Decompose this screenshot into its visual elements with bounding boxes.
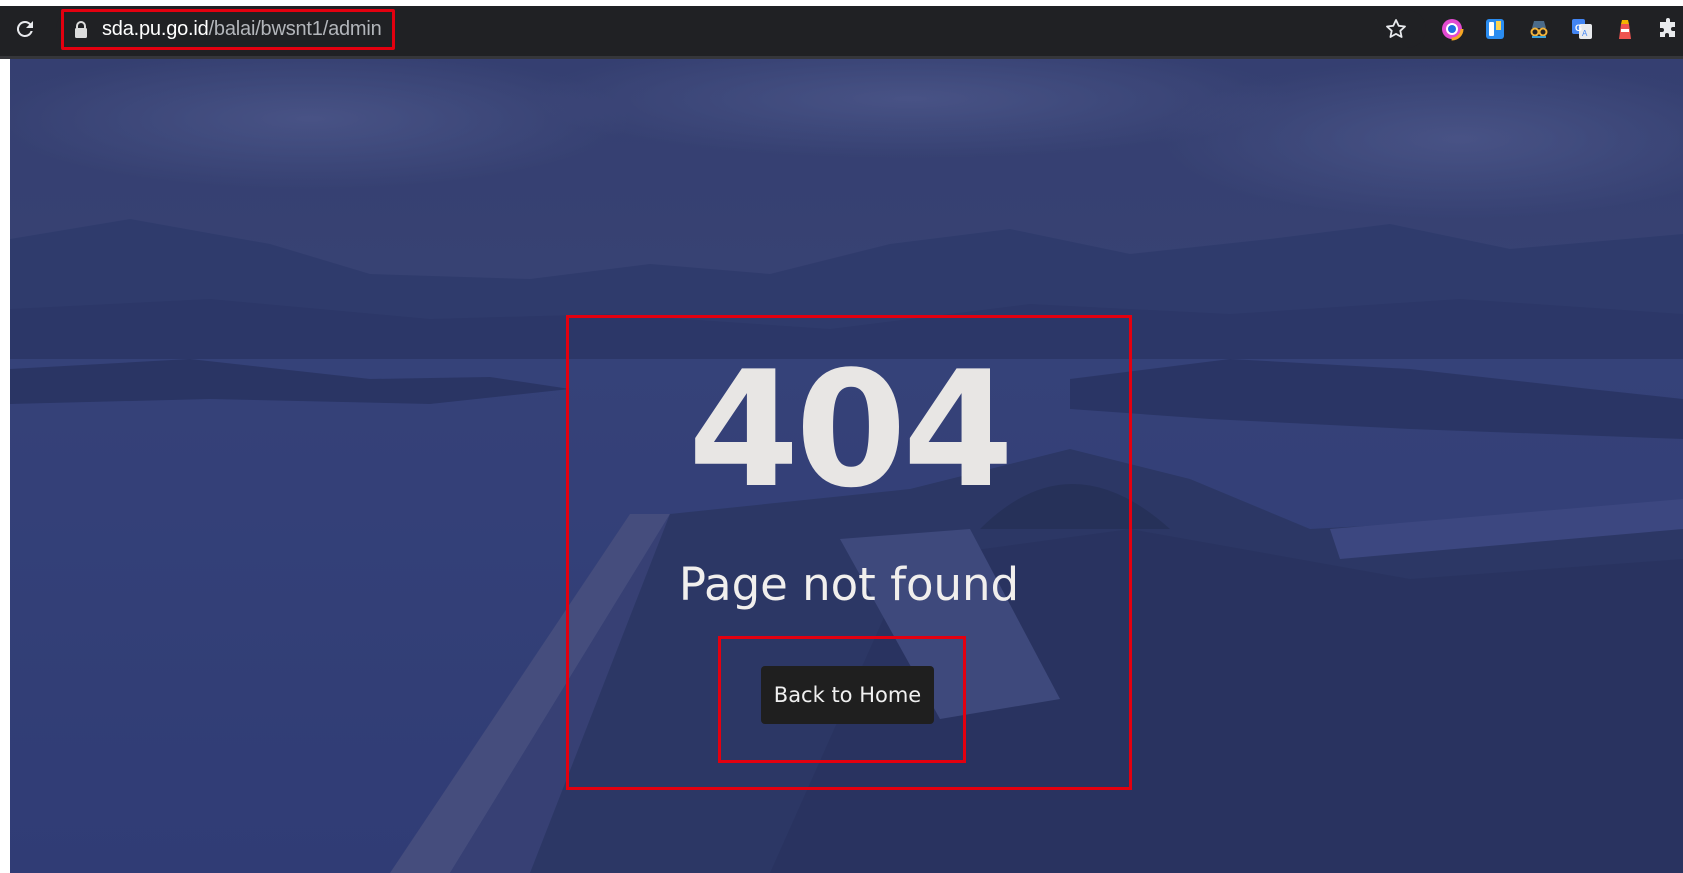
puzzle-extensions-icon[interactable] [1655, 16, 1681, 42]
spy-glasses-extension-icon[interactable] [1526, 16, 1552, 42]
reload-button[interactable] [12, 16, 38, 42]
url-annotation-box [61, 9, 395, 50]
screen: sda.pu.go.id/balai/bwsnt1/admin G A 404 … [0, 0, 1683, 873]
back-to-home-button[interactable]: Back to Home [761, 666, 934, 724]
error-code: 404 [688, 336, 1014, 523]
reload-icon [16, 20, 33, 37]
bookmark-extension-icon[interactable] [1482, 16, 1508, 42]
svg-text:G: G [1575, 23, 1582, 33]
lighthouse-extension-icon[interactable] [1612, 16, 1638, 42]
google-translate-extension-icon[interactable]: G A [1569, 16, 1595, 42]
color-ring-extension-icon[interactable] [1439, 16, 1465, 42]
error-message: Page not found [678, 558, 1020, 611]
svg-text:A: A [1582, 29, 1588, 38]
bookmark-star-icon[interactable] [1384, 17, 1408, 41]
